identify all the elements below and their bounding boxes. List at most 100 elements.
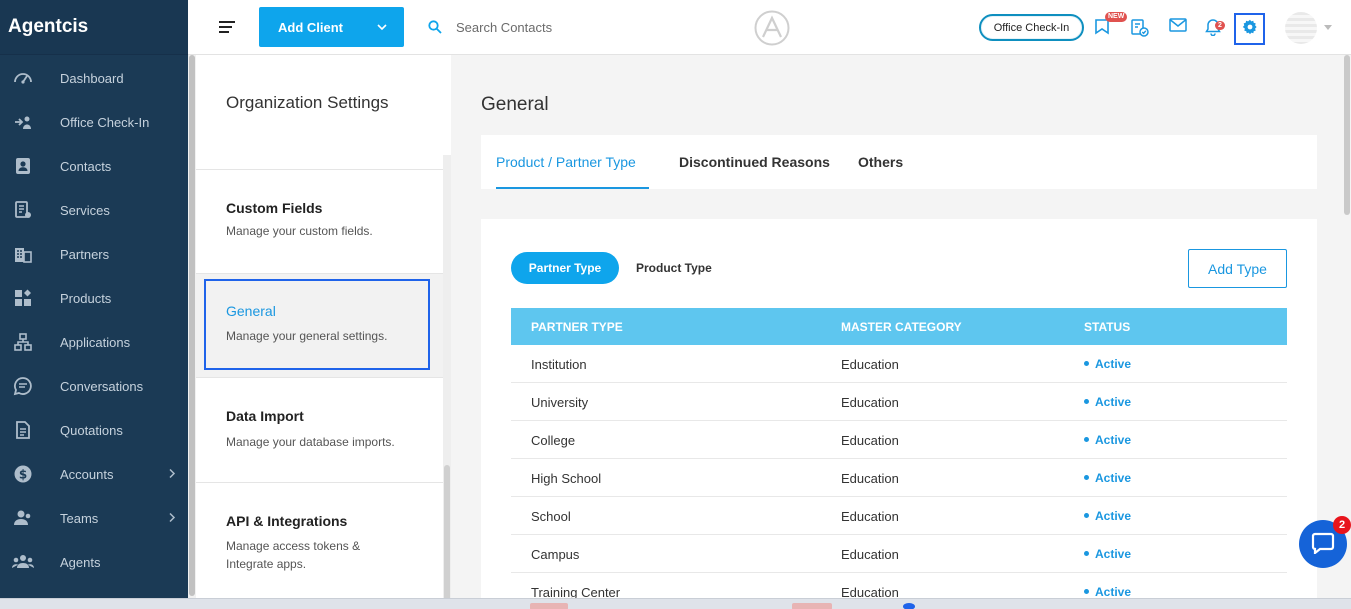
cell-master-category: Education bbox=[841, 509, 899, 524]
types-card: Partner Type Product Type Add Type PARTN… bbox=[481, 219, 1317, 609]
sidebar-item-agents[interactable]: Agents bbox=[0, 540, 188, 584]
taskbar-app-icon[interactable] bbox=[903, 603, 915, 609]
sidebar-item-label: Conversations bbox=[60, 378, 144, 394]
os-taskbar bbox=[0, 598, 1351, 609]
table-row[interactable]: School Education Active bbox=[511, 497, 1287, 535]
sidebar: Agentcis Dashboard Office Check-In Conta… bbox=[0, 0, 188, 609]
cell-partner-type: Institution bbox=[531, 357, 587, 372]
chevron-right-icon bbox=[168, 511, 176, 526]
status-badge: Active bbox=[1084, 433, 1131, 447]
sidebar-item-office-checkin[interactable]: Office Check-In bbox=[0, 100, 188, 144]
settings-item-data-import[interactable]: Data Import Manage your database imports… bbox=[196, 378, 443, 482]
checkin-icon bbox=[11, 110, 35, 134]
sidebar-item-teams[interactable]: Teams bbox=[0, 496, 188, 540]
sidebar-item-label: Quotations bbox=[60, 422, 123, 438]
settings-item-desc: Manage your general settings. bbox=[226, 329, 388, 343]
sidebar-item-quotations[interactable]: Quotations bbox=[0, 408, 188, 452]
chat-bubble-icon bbox=[1311, 530, 1335, 559]
settings-item-api-integrations[interactable]: API & Integrations Manage access tokens … bbox=[196, 483, 443, 609]
settings-item-general[interactable]: General Manage your general settings. bbox=[196, 274, 443, 377]
sidebar-item-label: Accounts bbox=[60, 466, 114, 482]
brand-logo[interactable]: Agentcis bbox=[0, 0, 188, 55]
chevron-down-icon[interactable] bbox=[360, 7, 404, 47]
partner-type-toggle[interactable]: Partner Type bbox=[511, 252, 619, 284]
top-bar: Add Client Office Check-In NEW 2 bbox=[188, 0, 1351, 55]
panel-title: Organization Settings bbox=[226, 93, 389, 112]
status-badge: Active bbox=[1084, 395, 1131, 409]
settings-item-desc: Manage your database imports. bbox=[226, 435, 395, 449]
settings-gear-button[interactable] bbox=[1234, 13, 1265, 45]
office-checkin-button[interactable]: Office Check-In bbox=[979, 14, 1084, 41]
applications-icon bbox=[11, 330, 35, 354]
product-type-toggle[interactable]: Product Type bbox=[636, 261, 712, 275]
settings-item-custom-fields[interactable]: Custom Fields Manage your custom fields. bbox=[196, 170, 443, 273]
user-avatar[interactable] bbox=[1285, 12, 1317, 44]
caret-down-icon[interactable] bbox=[1324, 25, 1332, 30]
status-badge: Active bbox=[1084, 585, 1131, 599]
cell-master-category: Education bbox=[841, 357, 899, 372]
taskbar-app-icon[interactable] bbox=[530, 603, 568, 609]
mail-icon[interactable] bbox=[1169, 18, 1189, 38]
sidebar-item-services[interactable]: Services bbox=[0, 188, 188, 232]
conversations-icon bbox=[11, 374, 35, 398]
services-icon bbox=[11, 198, 35, 222]
sidebar-item-label: Services bbox=[60, 202, 110, 218]
dashboard-icon bbox=[11, 66, 35, 90]
chevron-right-icon bbox=[168, 467, 176, 482]
sidebar-nav: Dashboard Office Check-In Contacts Servi… bbox=[0, 56, 188, 584]
taskbar-app-icon[interactable] bbox=[792, 603, 832, 609]
panel-scrollbar[interactable] bbox=[188, 55, 196, 609]
column-header[interactable]: MASTER CATEGORY bbox=[841, 320, 962, 334]
status-badge: Active bbox=[1084, 357, 1131, 371]
partners-icon bbox=[11, 242, 35, 266]
list-scrollbar[interactable] bbox=[443, 155, 451, 609]
settings-item-title: General bbox=[226, 303, 276, 319]
menu-toggle-icon[interactable] bbox=[219, 21, 235, 35]
sidebar-item-partners[interactable]: Partners bbox=[0, 232, 188, 276]
quotations-icon bbox=[11, 418, 35, 442]
search-contacts-input[interactable] bbox=[456, 14, 716, 40]
tasks-icon[interactable] bbox=[1130, 18, 1150, 38]
sidebar-item-label: Office Check-In bbox=[60, 114, 150, 130]
sidebar-item-conversations[interactable]: Conversations bbox=[0, 364, 188, 408]
settings-item-title: Data Import bbox=[226, 408, 304, 424]
cell-master-category: Education bbox=[841, 471, 899, 486]
tabs-bar: Product / Partner Type Discontinued Reas… bbox=[481, 135, 1317, 189]
sidebar-item-label: Teams bbox=[60, 510, 99, 526]
add-client-button[interactable]: Add Client bbox=[259, 7, 404, 47]
accounts-icon: $ bbox=[11, 462, 35, 486]
column-header[interactable]: STATUS bbox=[1084, 320, 1130, 334]
sidebar-item-label: Applications bbox=[60, 334, 131, 350]
sidebar-item-dashboard[interactable]: Dashboard bbox=[0, 56, 188, 100]
table-row[interactable]: College Education Active bbox=[511, 421, 1287, 459]
sidebar-item-contacts[interactable]: Contacts bbox=[0, 144, 188, 188]
contacts-icon bbox=[11, 154, 35, 178]
sidebar-item-label: Partners bbox=[60, 246, 110, 262]
sidebar-item-label: Agents bbox=[60, 554, 101, 570]
cell-master-category: Education bbox=[841, 433, 899, 448]
sidebar-item-label: Products bbox=[60, 290, 112, 306]
table-header: PARTNER TYPE MASTER CATEGORY STATUS bbox=[511, 308, 1287, 345]
tab-product-partner-type[interactable]: Product / Partner Type bbox=[496, 154, 636, 170]
table-row[interactable]: University Education Active bbox=[511, 383, 1287, 421]
sidebar-item-products[interactable]: Products bbox=[0, 276, 188, 320]
notifications-bell-icon[interactable]: 2 bbox=[1205, 18, 1225, 38]
column-header[interactable]: PARTNER TYPE bbox=[531, 320, 623, 334]
new-badge: NEW bbox=[1105, 12, 1128, 22]
sidebar-item-applications[interactable]: Applications bbox=[0, 320, 188, 364]
add-type-button[interactable]: Add Type bbox=[1188, 249, 1287, 288]
status-badge: Active bbox=[1084, 471, 1131, 485]
table-row[interactable]: Campus Education Active bbox=[511, 535, 1287, 573]
status-badge: Active bbox=[1084, 509, 1131, 523]
sidebar-item-accounts[interactable]: $ Accounts bbox=[0, 452, 188, 496]
tab-discontinued-reasons[interactable]: Discontinued Reasons bbox=[679, 154, 830, 170]
table-row[interactable]: Institution Education Active bbox=[511, 345, 1287, 383]
chat-unread-badge: 2 bbox=[1333, 516, 1351, 534]
tab-others[interactable]: Others bbox=[858, 154, 903, 170]
selection-highlight bbox=[204, 279, 430, 370]
notification-count-badge: 2 bbox=[1215, 21, 1225, 30]
search-icon[interactable] bbox=[428, 20, 442, 39]
svg-text:$: $ bbox=[19, 468, 27, 482]
table-row[interactable]: High School Education Active bbox=[511, 459, 1287, 497]
announcements-icon[interactable]: NEW bbox=[1094, 12, 1128, 38]
